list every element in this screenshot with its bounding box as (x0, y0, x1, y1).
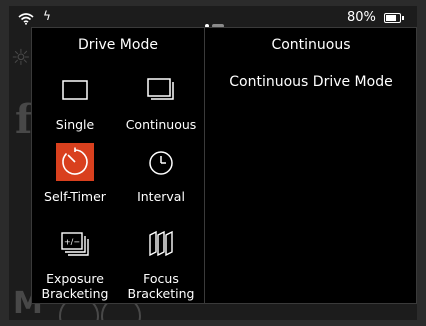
panel-divider (204, 28, 205, 303)
option-focus-bracketing[interactable]: Focus Bracketing (118, 225, 204, 301)
drive-mode-panel: Drive Mode Single Continuous Self-Timer … (31, 27, 417, 304)
drive-mode-title: Drive Mode (78, 37, 158, 53)
option-label: Focus Bracketing (127, 271, 195, 301)
aperture-icon: f (15, 96, 33, 143)
continuous-frames-icon (142, 71, 180, 109)
status-bar: ϟ 80% (9, 6, 417, 28)
focus-bracketing-icon (142, 225, 180, 263)
flash-icon: ϟ (43, 9, 51, 23)
option-label: Self-Timer (44, 189, 106, 204)
option-self-timer[interactable]: Self-Timer (32, 143, 118, 204)
brightness-icon: ☼ (11, 46, 31, 71)
battery-icon (384, 13, 404, 23)
detail-title: Continuous (271, 37, 351, 53)
option-label: Continuous (125, 117, 197, 132)
option-label: Single (55, 117, 95, 132)
single-frame-icon (56, 71, 94, 109)
exposure-bracketing-icon: +/− (56, 225, 94, 263)
option-label: Exposure Bracketing (41, 271, 109, 301)
option-continuous[interactable]: Continuous (118, 71, 204, 132)
battery-level-fill (386, 15, 396, 21)
option-exposure-bracketing[interactable]: +/− Exposure Bracketing (32, 225, 118, 301)
option-single[interactable]: Single (32, 71, 118, 132)
interval-clock-icon (142, 143, 180, 181)
camera-screen: ☼ f M 0 ) ⚡ ϟ 80% Drive Mode (9, 6, 417, 320)
option-label: Interval (137, 189, 185, 204)
self-timer-icon (56, 143, 94, 181)
detail-description: Continuous Drive Mode (229, 74, 393, 90)
battery-percent: 80% (347, 10, 376, 25)
option-interval[interactable]: Interval (118, 143, 204, 204)
svg-text:+/−: +/− (64, 238, 80, 247)
